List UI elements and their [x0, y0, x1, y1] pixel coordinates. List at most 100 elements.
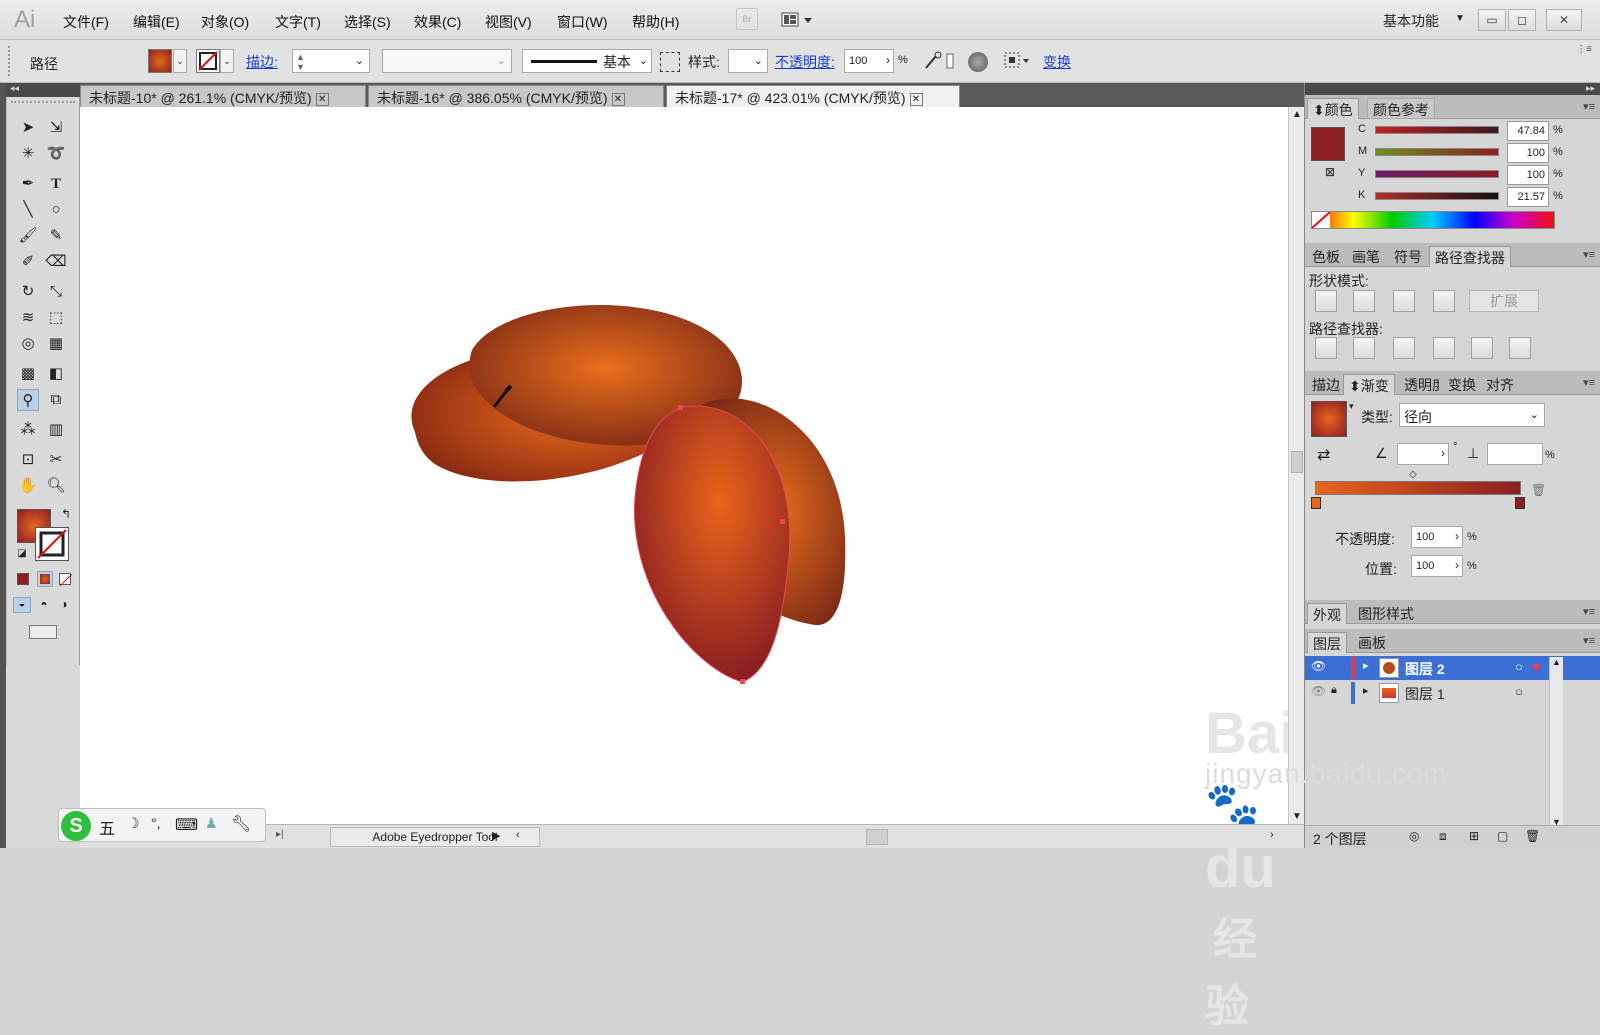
stepper-icon[interactable]: ▲ ▼	[296, 52, 305, 72]
midpoint-diamond-icon[interactable]: ◇	[1409, 469, 1417, 480]
transform-link[interactable]: 变换	[1043, 52, 1071, 72]
exclude-icon[interactable]	[1433, 290, 1455, 312]
grip-handle[interactable]	[11, 101, 75, 104]
menu-type[interactable]: 文字(T)	[275, 12, 321, 32]
cyan-slider-row[interactable]: C 47.84 %	[1313, 121, 1593, 141]
gradient-type-select[interactable]: 径向 ⌄	[1399, 403, 1545, 427]
menu-window[interactable]: 窗口(W)	[557, 12, 608, 32]
chevron-down-icon[interactable]: ⌄	[754, 54, 763, 67]
opacity-link[interactable]: 不透明度:	[775, 52, 835, 72]
variable-width-field[interactable]: ⌄	[382, 49, 512, 73]
chevron-down-icon[interactable]: ⌄	[1530, 408, 1539, 421]
close-icon[interactable]: ✕	[315, 92, 329, 106]
blend-tool-icon[interactable]: ⧉	[45, 389, 67, 411]
user-icon[interactable]: ♟	[205, 815, 218, 832]
tab-transform[interactable]: 变换	[1443, 374, 1481, 395]
stroke-swatch[interactable]	[196, 49, 220, 73]
chevron-up-icon[interactable]: ▲	[1552, 657, 1561, 667]
shape-builder-tool-icon[interactable]: ◎	[17, 333, 39, 355]
rotate-tool-icon[interactable]: ↻	[17, 281, 39, 303]
eye-icon[interactable]: 👁	[1311, 659, 1326, 673]
symbol-sprayer-tool-icon[interactable]: ⁂	[17, 419, 39, 441]
layer-name[interactable]: 图层 1	[1405, 684, 1445, 704]
screen-mode-icon[interactable]	[29, 625, 57, 639]
selection-tool-icon[interactable]: ➤	[17, 117, 39, 139]
grip-handle[interactable]	[8, 46, 12, 76]
blob-brush-tool-icon[interactable]: ✐	[17, 251, 39, 273]
lock-icon[interactable]: 🔒︎	[1331, 684, 1337, 697]
scrollbar-thumb[interactable]	[1291, 451, 1303, 473]
gradient-mode-icon[interactable]	[37, 571, 53, 587]
anchor-point[interactable]	[780, 519, 785, 524]
type-tool-icon[interactable]: T	[45, 173, 67, 195]
menu-view[interactable]: 视图(V)	[485, 12, 532, 32]
menu-select[interactable]: 选择(S)	[344, 12, 391, 32]
artboard-canvas[interactable]: Bai🐾du经验	[80, 107, 1295, 1031]
close-icon[interactable]: ✕	[611, 92, 625, 106]
chevron-right-icon[interactable]: ▸	[1363, 684, 1369, 697]
tab-symbols[interactable]: 符号	[1389, 246, 1427, 267]
bridge-button[interactable]: Br	[736, 8, 758, 30]
menu-edit[interactable]: 编辑(E)	[133, 12, 180, 32]
tab-appearance[interactable]: 外观	[1307, 603, 1347, 624]
close-icon[interactable]: ✕	[909, 92, 923, 106]
none-mode-icon[interactable]	[59, 573, 73, 587]
chevron-down-icon[interactable]: ▾	[1349, 401, 1354, 412]
keyboard-icon[interactable]: ⌨	[175, 815, 198, 835]
chevron-down-icon[interactable]: ⌄	[355, 54, 364, 67]
angle-field[interactable]: ›	[1397, 443, 1449, 465]
stroke-color-box[interactable]	[35, 527, 69, 561]
minus-back-icon[interactable]	[1509, 337, 1531, 359]
tab-transparency[interactable]: 透明度	[1399, 374, 1439, 395]
eraser-tool-icon[interactable]: ⌫	[45, 251, 67, 273]
locate-object-icon[interactable]: ◎	[1409, 829, 1419, 843]
align-stroke-icon[interactable]	[660, 52, 680, 72]
wrench-icon[interactable]: 🔧︎	[231, 814, 251, 834]
cyan-slider[interactable]	[1375, 126, 1499, 134]
gradient-stop-end[interactable]	[1515, 497, 1525, 509]
perspective-grid-tool-icon[interactable]: ▦	[45, 333, 67, 355]
expand-button[interactable]: 扩展	[1469, 290, 1539, 312]
ime-mode-char[interactable]: 五	[99, 815, 115, 839]
warp-tool-icon[interactable]: ≋	[17, 307, 39, 329]
ellipse-tool-icon[interactable]: ○	[45, 199, 67, 221]
chevron-right-icon[interactable]: ›	[886, 53, 890, 67]
arrange-documents-button[interactable]	[780, 10, 820, 30]
artboard-tool-icon[interactable]: ⊡	[17, 449, 39, 471]
reverse-gradient-icon[interactable]: ⇄	[1317, 445, 1330, 465]
merge-icon[interactable]	[1393, 337, 1415, 359]
tab-layers[interactable]: 图层	[1307, 632, 1347, 653]
chevron-right-icon[interactable]: ›	[1441, 446, 1445, 460]
eye-icon[interactable]: 👁	[1311, 684, 1326, 698]
stroke-link[interactable]: 描边:	[246, 52, 278, 72]
draw-inside-icon[interactable]: ◑	[53, 593, 75, 615]
tab-gradient[interactable]: ⬍渐变	[1343, 374, 1395, 395]
pen-tool-icon[interactable]: ✒	[17, 173, 39, 195]
layer-name[interactable]: 图层 2	[1405, 659, 1445, 679]
panel-menu-icon[interactable]: ▾≡	[1583, 100, 1595, 113]
sun-settings-icon[interactable]	[968, 52, 988, 72]
tab-document-16[interactable]: 未标题-16* @ 386.05% (CMYK/预览) ✕	[368, 85, 664, 107]
magenta-slider-row[interactable]: M 100 %	[1313, 143, 1593, 163]
panel-menu-icon[interactable]: ⋮≡	[1576, 44, 1592, 55]
scale-tool-icon[interactable]: ⤡	[45, 281, 67, 303]
color-spectrum-bar[interactable]	[1311, 211, 1555, 229]
tab-artboards[interactable]: 画板	[1353, 632, 1391, 653]
black-value[interactable]: 21.57	[1507, 187, 1549, 207]
minus-front-icon[interactable]	[1353, 290, 1375, 312]
new-layer-icon[interactable]: ▢	[1497, 829, 1508, 843]
magenta-slider[interactable]	[1375, 148, 1499, 156]
eyedropper-tool-icon[interactable]: ⚲	[17, 389, 39, 411]
black-slider[interactable]	[1375, 192, 1499, 200]
gradient-tool-icon[interactable]: ◧	[45, 363, 67, 385]
menu-help[interactable]: 帮助(H)	[632, 12, 679, 32]
opacity-field[interactable]: 100 ›	[844, 49, 894, 73]
layers-scrollbar[interactable]: ▲ ▼	[1549, 657, 1563, 827]
lasso-tool-icon[interactable]: ➰	[45, 143, 67, 165]
paintbrush-tool-icon[interactable]: 🖌	[17, 225, 39, 247]
mesh-tool-icon[interactable]: ▩	[17, 363, 39, 385]
scroll-right-icon[interactable]: ›	[1270, 829, 1274, 841]
close-window-button[interactable]: ✕	[1546, 9, 1582, 31]
tab-pathfinder[interactable]: 路径查找器	[1429, 246, 1511, 267]
slice-tool-icon[interactable]: ✂	[45, 449, 67, 471]
